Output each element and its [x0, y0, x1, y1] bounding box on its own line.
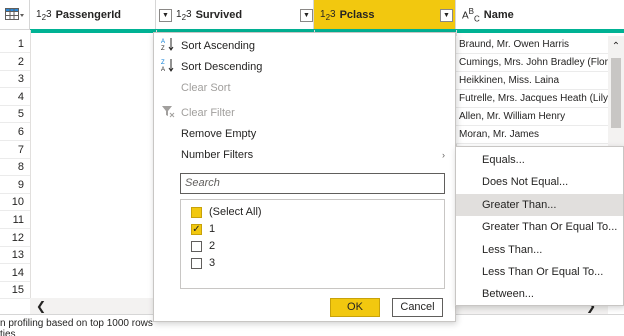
clear-filter-item[interactable]: Clear Filter [154, 102, 455, 123]
table-cell-name[interactable]: Futrelle, Mrs. Jacques Heath (Lily M [456, 90, 608, 108]
filter-greater-than-or-equal[interactable]: Greater Than Or Equal To... [456, 216, 623, 238]
filter-greater-than[interactable]: Greater Than... [456, 194, 623, 216]
sort-descending-icon: ZA [154, 58, 181, 75]
table-cell-name[interactable]: Cumings, Mrs. John Bradley (Flore [456, 54, 608, 72]
clear-filter-icon [154, 104, 181, 121]
row-number[interactable]: 4 [0, 89, 30, 106]
column-header-pclass[interactable]: 123 Pclass [314, 0, 456, 30]
row-number[interactable]: 2 [0, 54, 30, 71]
row-number[interactable]: 3 [0, 71, 30, 89]
row-number[interactable]: 6 [0, 124, 30, 141]
table-cell-name[interactable]: Braund, Mr. Owen Harris [456, 36, 608, 54]
row-number[interactable]: 1 [0, 36, 30, 53]
clear-sort-item[interactable]: Clear Sort [154, 77, 455, 98]
menu-item-label: Sort Descending [181, 60, 263, 73]
filter-does-not-equal[interactable]: Does Not Equal... [456, 171, 623, 193]
menu-item-label: Clear Sort [181, 81, 231, 94]
checkbox-label: 2 [209, 240, 216, 252]
value-checkbox-1[interactable]: ✓ 1 [191, 223, 215, 235]
value-checkbox-3[interactable]: 3 [191, 257, 215, 269]
column-name: Survived [195, 9, 243, 21]
checkbox-label: (Select All) [209, 206, 262, 218]
search-input[interactable]: Search [180, 173, 445, 194]
svg-text:A: A [161, 67, 165, 72]
grid-divider [30, 30, 31, 302]
row-number[interactable]: 5 [0, 106, 30, 124]
sort-ascending-icon: AZ [154, 37, 181, 54]
row-number[interactable]: 8 [0, 159, 30, 177]
checkbox-label: 3 [209, 257, 216, 269]
row-number[interactable]: 10 [0, 194, 30, 212]
checkbox-indicator[interactable] [191, 240, 202, 252]
menu-item-label: Clear Filter [181, 106, 235, 119]
value-list[interactable]: (Select All) ✓ 1 2 3 [180, 199, 445, 289]
svg-text:Z: Z [161, 60, 165, 66]
number-filters-submenu: Equals... Does Not Equal... Greater Than… [455, 146, 624, 306]
profiling-status[interactable]: n profiling based on top 1000 rows [0, 318, 153, 329]
number-filters-item[interactable]: Number Filters › [154, 144, 455, 165]
filter-less-than[interactable]: Less Than... [456, 239, 623, 261]
column-name: Pclass [339, 9, 375, 21]
column-name: PassengerId [55, 9, 121, 21]
table-cell-name[interactable]: Allen, Mr. William Henry [456, 108, 608, 126]
number-type-icon[interactable]: 123 [176, 9, 192, 22]
row-number[interactable]: 13 [0, 247, 30, 265]
select-all-checkbox[interactable]: (Select All) [191, 206, 262, 218]
filter-equals[interactable]: Equals... [456, 149, 623, 171]
text-type-icon[interactable]: ABC [462, 7, 480, 23]
remove-empty-item[interactable]: Remove Empty [154, 123, 455, 144]
chevron-right-icon: › [442, 149, 445, 160]
menu-item-label: Sort Ascending [181, 39, 255, 52]
checkbox-label: 1 [209, 223, 216, 235]
svg-text:Z: Z [161, 46, 165, 51]
sort-descending-item[interactable]: ZA Sort Descending [154, 56, 455, 77]
filter-dropdown-menu: AZ Sort Ascending ZA Sort Descending Cle… [153, 32, 456, 322]
svg-text:A: A [161, 39, 165, 45]
column-header-name[interactable]: ABC Name [456, 0, 624, 30]
menu-item-label: Remove Empty [181, 127, 257, 140]
column-header-passengerid[interactable]: 123 PassengerId [30, 0, 156, 30]
table-cell-name[interactable]: Heikkinen, Miss. Laina [456, 72, 608, 90]
checkbox-indicator[interactable]: ✓ [191, 223, 202, 235]
row-number[interactable]: 14 [0, 265, 30, 282]
ok-button[interactable]: OK [330, 298, 380, 317]
dropdown-arrow-icon[interactable]: ▼ [300, 9, 313, 22]
row-number[interactable]: 15 [0, 282, 30, 300]
value-checkbox-2[interactable]: 2 [191, 240, 215, 252]
dropdown-arrow-icon[interactable]: ▼ [440, 9, 453, 22]
scroll-up-icon[interactable]: ⌃ [610, 42, 622, 52]
menu-item-label: Number Filters [181, 148, 254, 161]
filter-less-than-or-equal[interactable]: Less Than Or Equal To... [456, 261, 623, 283]
number-type-icon[interactable]: 123 [320, 9, 336, 22]
column-name: Name [483, 9, 514, 21]
scroll-left-icon[interactable]: ❮ [36, 299, 46, 313]
column-header-survived[interactable]: 123 Survived [156, 0, 314, 30]
number-type-icon[interactable]: 123 [36, 9, 52, 22]
scrollbar-thumb[interactable] [611, 58, 621, 128]
row-number[interactable]: 12 [0, 230, 30, 247]
cancel-button[interactable]: Cancel [392, 298, 443, 317]
table-corner[interactable] [0, 0, 30, 30]
checkbox-indicator[interactable] [191, 206, 202, 218]
table-icon[interactable] [5, 8, 25, 22]
row-number[interactable]: 9 [0, 177, 30, 194]
filter-between[interactable]: Between... [456, 283, 623, 305]
status-cutoff-text: ties [0, 329, 16, 336]
checkbox-indicator[interactable] [191, 257, 202, 269]
sort-ascending-item[interactable]: AZ Sort Ascending [154, 35, 455, 56]
row-number[interactable]: 11 [0, 212, 30, 229]
row-number[interactable]: 7 [0, 142, 30, 159]
table-cell-name[interactable]: Moran, Mr. James [456, 126, 608, 144]
